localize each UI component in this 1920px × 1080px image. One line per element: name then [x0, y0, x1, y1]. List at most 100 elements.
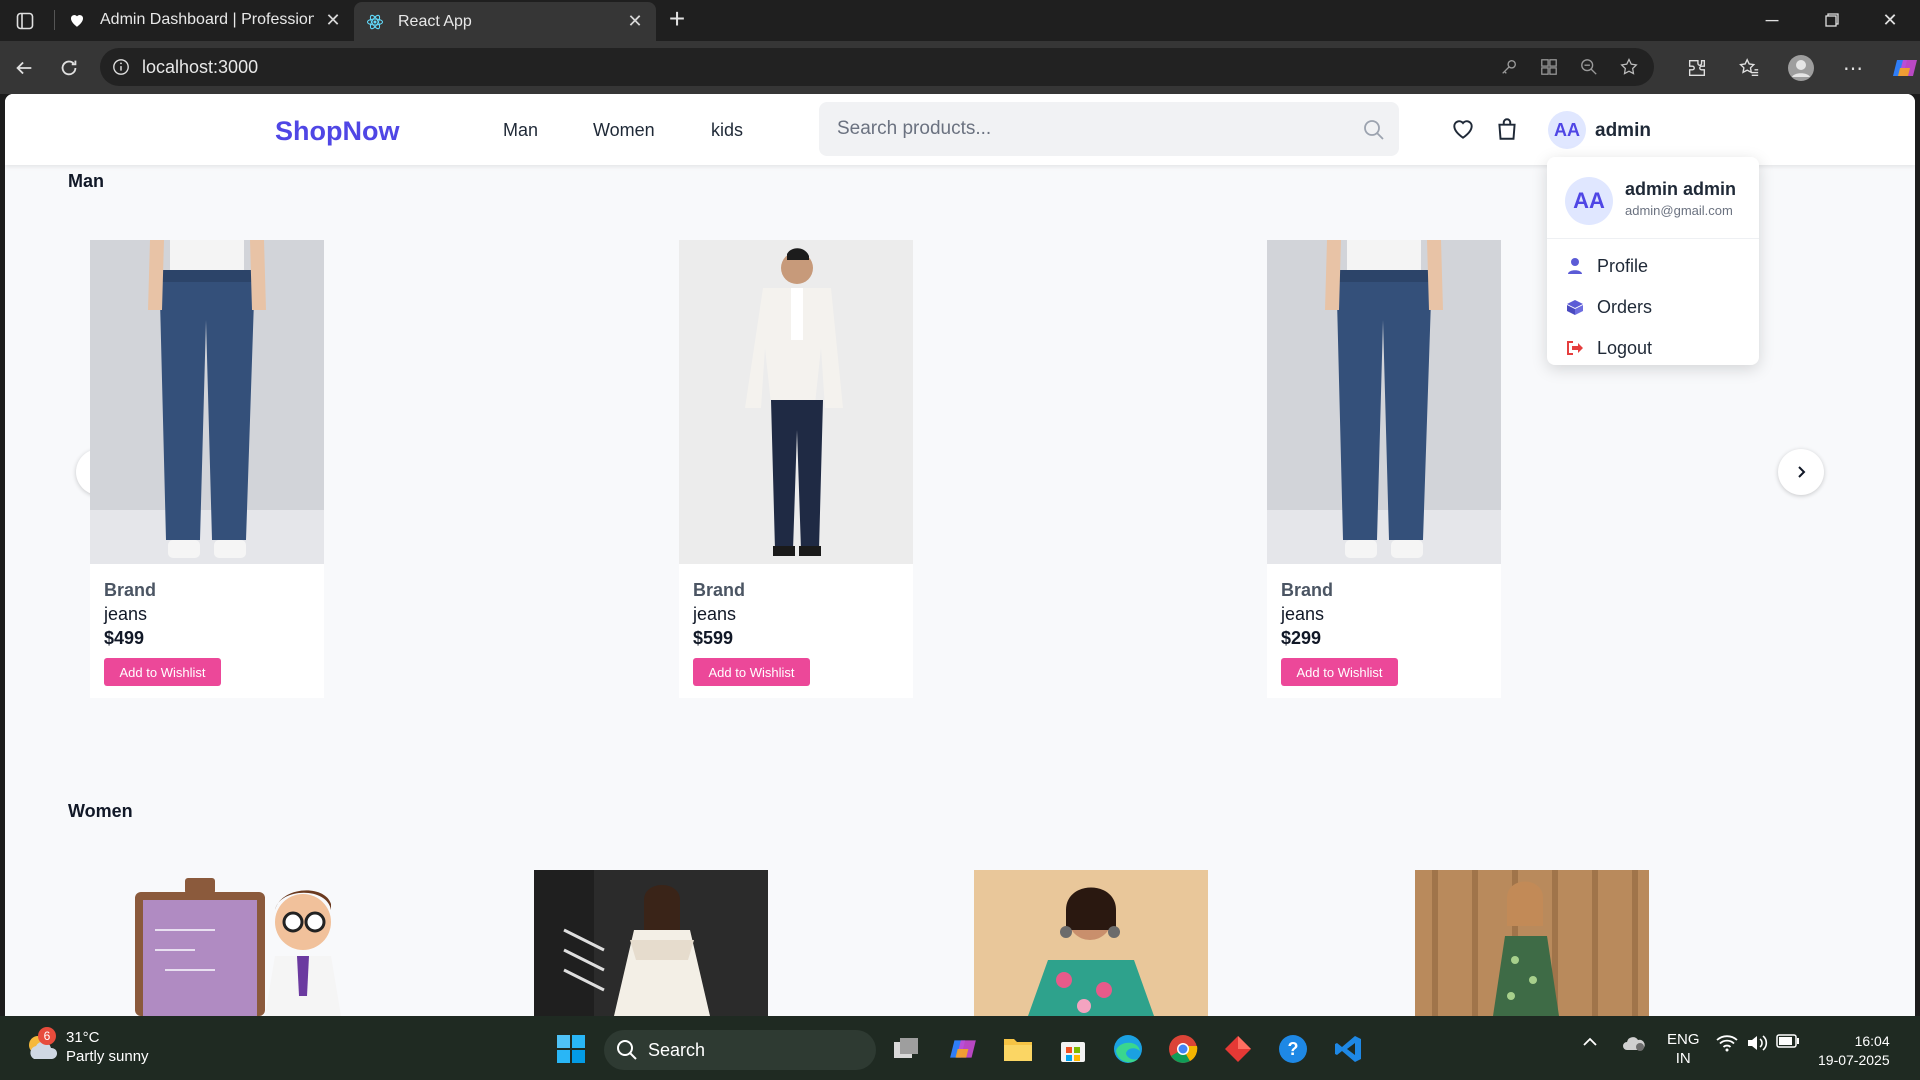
task-view-icon[interactable]: [890, 1032, 924, 1066]
new-tab-icon[interactable]: +: [663, 5, 691, 34]
chrome-icon[interactable]: [1166, 1032, 1200, 1066]
reload-icon[interactable]: [52, 51, 86, 85]
menu-item-orders[interactable]: Orders: [1565, 292, 1745, 322]
edge-browser-icon[interactable]: [1111, 1032, 1145, 1066]
apps-icon[interactable]: [1538, 56, 1560, 78]
tab-title: Admin Dashboard | Professional M: [100, 11, 314, 28]
show-hidden-icons[interactable]: [1582, 1034, 1598, 1051]
cartoon-teacher-image[interactable]: [125, 870, 359, 1016]
file-explorer-icon[interactable]: [1001, 1032, 1035, 1066]
product-card[interactable]: Brand jeans $499 Add to Wishlist: [90, 240, 324, 698]
site-logo[interactable]: ShopNow: [275, 116, 399, 147]
windows-start-icon[interactable]: [554, 1032, 588, 1066]
language-line-2: IN: [1675, 1050, 1691, 1067]
wishlist-heart-icon[interactable]: [1450, 116, 1476, 142]
weather-condition-text: Partly sunny: [66, 1048, 149, 1065]
product-card[interactable]: Brand jeans $299 Add to Wishlist: [1267, 240, 1501, 698]
product-image-jacket[interactable]: [679, 240, 913, 564]
menu-item-profile[interactable]: Profile: [1565, 251, 1745, 281]
extensions-icon[interactable]: [1682, 53, 1712, 83]
nav-link-women[interactable]: Women: [593, 120, 655, 141]
close-icon[interactable]: ✕: [626, 11, 644, 32]
browser-toolbar: localhost:3000 ⋯: [0, 41, 1920, 94]
onedrive-icon[interactable]: [1622, 1034, 1646, 1056]
product-price: $299: [1281, 628, 1322, 648]
key-icon[interactable]: [1498, 56, 1520, 78]
add-to-wishlist-button[interactable]: Add to Wishlist: [1281, 658, 1398, 686]
browser-tab-react[interactable]: React App ✕: [354, 2, 656, 41]
product-brand: Brand: [693, 580, 746, 600]
zoom-out-icon[interactable]: [1578, 56, 1600, 78]
volume-icon[interactable]: [1746, 1034, 1768, 1056]
wifi-icon[interactable]: [1716, 1034, 1738, 1056]
browser-tab-admin[interactable]: Admin Dashboard | Professional M ✕: [56, 0, 354, 40]
page-viewport: ShopNow Man Women kids AA admin Man: [5, 94, 1915, 1016]
tab-separator: [54, 10, 55, 30]
product-image-dress[interactable]: [1415, 870, 1649, 1016]
product-price: $599: [693, 628, 734, 648]
nav-link-kids[interactable]: kids: [711, 120, 743, 141]
site-header: ShopNow Man Women kids AA admin: [5, 94, 1915, 165]
clock-time: 16:04: [1854, 1033, 1890, 1049]
minimize-icon[interactable]: ─: [1750, 6, 1794, 34]
product-name: jeans: [104, 604, 148, 624]
logout-icon: [1565, 338, 1585, 358]
weather-widget[interactable]: 6 31°C Partly sunny: [24, 1027, 149, 1066]
address-bar[interactable]: localhost:3000: [100, 48, 1654, 86]
add-to-wishlist-button[interactable]: Add to Wishlist: [104, 658, 221, 686]
copilot-icon[interactable]: [946, 1032, 980, 1066]
product-image-jeans[interactable]: [90, 240, 324, 564]
windows-taskbar: 6 31°C Partly sunny Search ? ENG IN 16:0…: [0, 1016, 1920, 1080]
menu-item-label: Profile: [1597, 255, 1649, 276]
microsoft-store-icon[interactable]: [1056, 1032, 1090, 1066]
product-name: jeans: [693, 604, 737, 624]
dropdown-avatar: AA: [1565, 177, 1613, 225]
language-line-1: ENG: [1667, 1031, 1700, 1048]
system-clock[interactable]: 16:04 19-07-2025: [1818, 1032, 1890, 1070]
close-icon[interactable]: ✕: [324, 10, 342, 31]
product-name: jeans: [1281, 604, 1325, 624]
restore-icon[interactable]: [1810, 6, 1854, 34]
taskbar-search[interactable]: Search: [604, 1030, 876, 1070]
menu-item-label: Orders: [1597, 296, 1653, 317]
product-image-kurti[interactable]: [974, 870, 1208, 1016]
red-diamond-app-icon[interactable]: [1221, 1032, 1255, 1066]
language-indicator[interactable]: ENG IN: [1667, 1030, 1700, 1068]
user-avatar[interactable]: AA: [1548, 111, 1586, 149]
help-icon[interactable]: ?: [1276, 1032, 1310, 1066]
tab-actions-icon[interactable]: [8, 8, 42, 34]
profile-avatar-icon[interactable]: [1786, 53, 1816, 83]
search-icon[interactable]: [1363, 119, 1385, 141]
user-dropdown-menu: AA admin admin admin@gmail.com Profile O…: [1547, 157, 1759, 365]
site-info-icon[interactable]: [110, 56, 132, 78]
vscode-icon[interactable]: [1331, 1032, 1365, 1066]
dropdown-user-name: admin admin: [1625, 179, 1737, 199]
copilot-icon[interactable]: [1890, 53, 1920, 83]
weather-badge: 6: [38, 1027, 56, 1045]
favorites-icon[interactable]: [1734, 53, 1764, 83]
product-card[interactable]: Brand jeans $599 Add to Wishlist: [679, 240, 913, 698]
back-icon[interactable]: [7, 51, 41, 85]
temperature-text: 31°C: [66, 1029, 100, 1046]
menu-item-logout[interactable]: Logout: [1565, 333, 1745, 363]
window-close-icon[interactable]: ✕: [1868, 6, 1912, 34]
search-input[interactable]: [819, 102, 1399, 156]
product-image-jeans[interactable]: [1267, 240, 1501, 564]
tab-title: React App: [398, 12, 472, 30]
add-to-wishlist-button[interactable]: Add to Wishlist: [693, 658, 810, 686]
user-icon: [1565, 256, 1585, 276]
nav-link-man[interactable]: Man: [503, 120, 538, 141]
dropdown-user-email: admin@gmail.com: [1625, 203, 1733, 218]
battery-icon[interactable]: [1776, 1034, 1800, 1052]
product-image-lehenga[interactable]: [534, 870, 768, 1016]
product-brand: Brand: [1281, 580, 1334, 600]
product-brand: Brand: [104, 580, 157, 600]
more-options-icon[interactable]: ⋯: [1838, 53, 1868, 83]
favorite-star-icon[interactable]: [1618, 56, 1640, 78]
shopping-bag-icon[interactable]: [1494, 116, 1520, 142]
carousel-next-button[interactable]: [1778, 449, 1824, 495]
section-title-women: Women: [68, 801, 133, 821]
box-icon: [1565, 297, 1585, 317]
product-price: $499: [104, 628, 145, 648]
user-name[interactable]: admin: [1595, 120, 1651, 142]
